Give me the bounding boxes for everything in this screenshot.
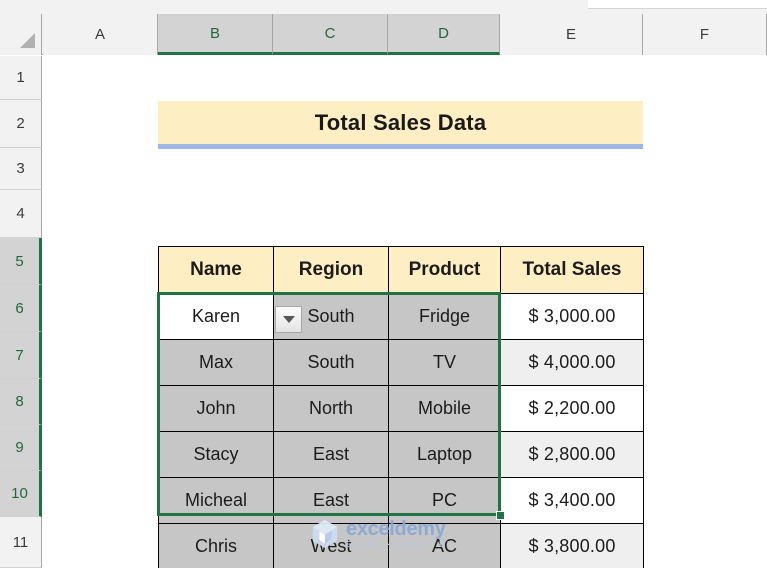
row-header-11[interactable]: 11 bbox=[0, 517, 42, 568]
cell-total_sales[interactable]: $ 3,000.00 bbox=[501, 294, 644, 340]
cell-name[interactable]: John bbox=[159, 386, 274, 432]
cell-name[interactable]: Max bbox=[159, 340, 274, 386]
row-header-3[interactable]: 3 bbox=[0, 148, 42, 190]
column-header-b[interactable]: B bbox=[158, 14, 273, 55]
cell-name[interactable]: Karen bbox=[159, 294, 274, 340]
column-header-d[interactable]: D bbox=[388, 14, 500, 55]
table-row: JohnNorthMobile$ 2,200.00 bbox=[159, 386, 644, 432]
column-header-region: Region bbox=[274, 247, 389, 294]
row-header-6[interactable]: 6 bbox=[0, 285, 42, 332]
cell-product[interactable]: Mobile bbox=[389, 386, 501, 432]
cell-name[interactable]: Stacy bbox=[159, 432, 274, 478]
column-header-e[interactable]: E bbox=[500, 14, 643, 55]
worksheet-grid: Total Sales Data Name Region Product Tot… bbox=[43, 56, 767, 568]
chevron-down-icon bbox=[283, 316, 295, 323]
cell-name[interactable]: Chris bbox=[159, 524, 274, 568]
row-header-5[interactable]: 5 bbox=[0, 238, 42, 285]
excel-worksheet-window: ABCDEF 1234567891011 Total Sales Data Na… bbox=[0, 0, 767, 568]
cell-product[interactable]: TV bbox=[389, 340, 501, 386]
cell-product[interactable]: Laptop bbox=[389, 432, 501, 478]
cell-region[interactable]: North bbox=[274, 386, 389, 432]
table-row: KarenSouthFridge$ 3,000.00 bbox=[159, 294, 644, 340]
cell-total_sales[interactable]: $ 3,400.00 bbox=[501, 478, 644, 524]
cell-name[interactable]: Micheal bbox=[159, 478, 274, 524]
exceldemy-watermark: exceldemy EXCEL · DATA · BI bbox=[311, 518, 451, 549]
table-header-row: Name Region Product Total Sales bbox=[159, 247, 644, 294]
cell-total_sales[interactable]: $ 3,800.00 bbox=[501, 524, 644, 568]
column-header-product: Product bbox=[389, 247, 501, 294]
row-header-4[interactable]: 4 bbox=[0, 190, 42, 238]
fill-handle[interactable] bbox=[496, 511, 505, 520]
cell-region[interactable]: East bbox=[274, 478, 389, 524]
sheet-title-text: Total Sales Data bbox=[315, 110, 487, 136]
cell-product[interactable]: Fridge bbox=[389, 294, 501, 340]
select-all-triangle-icon bbox=[20, 33, 35, 48]
formula-bar-right-edge bbox=[588, 0, 767, 9]
cell-total_sales[interactable]: $ 2,200.00 bbox=[501, 386, 644, 432]
row-header-9[interactable]: 9 bbox=[0, 425, 42, 471]
cell-total_sales[interactable]: $ 2,800.00 bbox=[501, 432, 644, 478]
row-header-1[interactable]: 1 bbox=[0, 56, 42, 100]
table-row: StacyEastLaptop$ 2,800.00 bbox=[159, 432, 644, 478]
column-header-f[interactable]: F bbox=[643, 14, 767, 55]
row-header-2[interactable]: 2 bbox=[0, 100, 42, 148]
table-row: MichealEastPC$ 3,400.00 bbox=[159, 478, 644, 524]
exceldemy-logo-icon bbox=[311, 519, 339, 549]
select-all-corner[interactable] bbox=[0, 14, 42, 55]
table-row: MaxSouthTV$ 4,000.00 bbox=[159, 340, 644, 386]
sheet-title-cell[interactable]: Total Sales Data bbox=[158, 101, 643, 149]
column-header-c[interactable]: C bbox=[273, 14, 388, 55]
watermark-tagline: EXCEL · DATA · BI bbox=[346, 540, 451, 549]
watermark-name: exceldemy bbox=[346, 518, 446, 541]
column-header-total-sales: Total Sales bbox=[501, 247, 644, 294]
cell-product[interactable]: PC bbox=[389, 478, 501, 524]
row-header-7[interactable]: 7 bbox=[0, 332, 42, 379]
row-header-10[interactable]: 10 bbox=[0, 471, 42, 517]
row-header-8[interactable]: 8 bbox=[0, 379, 42, 425]
column-header-a[interactable]: A bbox=[43, 14, 158, 55]
column-header-name: Name bbox=[159, 247, 274, 294]
cell-region[interactable]: East bbox=[274, 432, 389, 478]
cell-total_sales[interactable]: $ 4,000.00 bbox=[501, 340, 644, 386]
cell-region[interactable]: South bbox=[274, 340, 389, 386]
data-validation-dropdown-button[interactable] bbox=[275, 306, 302, 333]
